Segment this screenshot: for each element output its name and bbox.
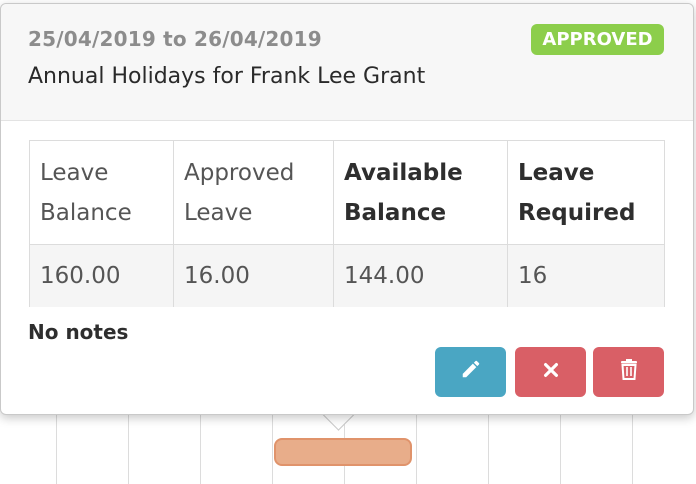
status-badge: APPROVED xyxy=(531,24,664,55)
value-leave-required: 16 xyxy=(507,244,665,307)
cancel-button[interactable] xyxy=(515,347,586,397)
value-approved-leave: 16.00 xyxy=(173,244,334,307)
value-leave-balance: 160.00 xyxy=(29,244,174,307)
pencil-icon xyxy=(460,358,482,386)
popover-header: 25/04/2019 to 26/04/2019 APPROVED Annual… xyxy=(1,4,693,121)
popover-title: Annual Holidays for Frank Lee Grant xyxy=(28,64,426,89)
leave-balance-table: Leave Balance Approved Leave Available B… xyxy=(29,140,665,307)
notes-text: No notes xyxy=(28,320,129,344)
calendar-event-bar[interactable] xyxy=(274,438,412,466)
close-icon xyxy=(542,360,560,385)
header-leave-required: Leave Required xyxy=(507,140,665,245)
table-header-row: Leave Balance Approved Leave Available B… xyxy=(29,140,665,245)
value-available-balance: 144.00 xyxy=(333,244,508,307)
leave-popover: 25/04/2019 to 26/04/2019 APPROVED Annual… xyxy=(0,3,694,415)
header-leave-balance: Leave Balance xyxy=(29,140,174,245)
edit-button[interactable] xyxy=(435,347,506,397)
table-row: 160.00 16.00 144.00 16 xyxy=(29,244,665,307)
delete-button[interactable] xyxy=(593,347,664,397)
date-range: 25/04/2019 to 26/04/2019 xyxy=(28,27,322,51)
header-approved-leave: Approved Leave xyxy=(173,140,334,245)
trash-icon xyxy=(619,358,639,386)
header-available-balance: Available Balance xyxy=(333,140,508,245)
